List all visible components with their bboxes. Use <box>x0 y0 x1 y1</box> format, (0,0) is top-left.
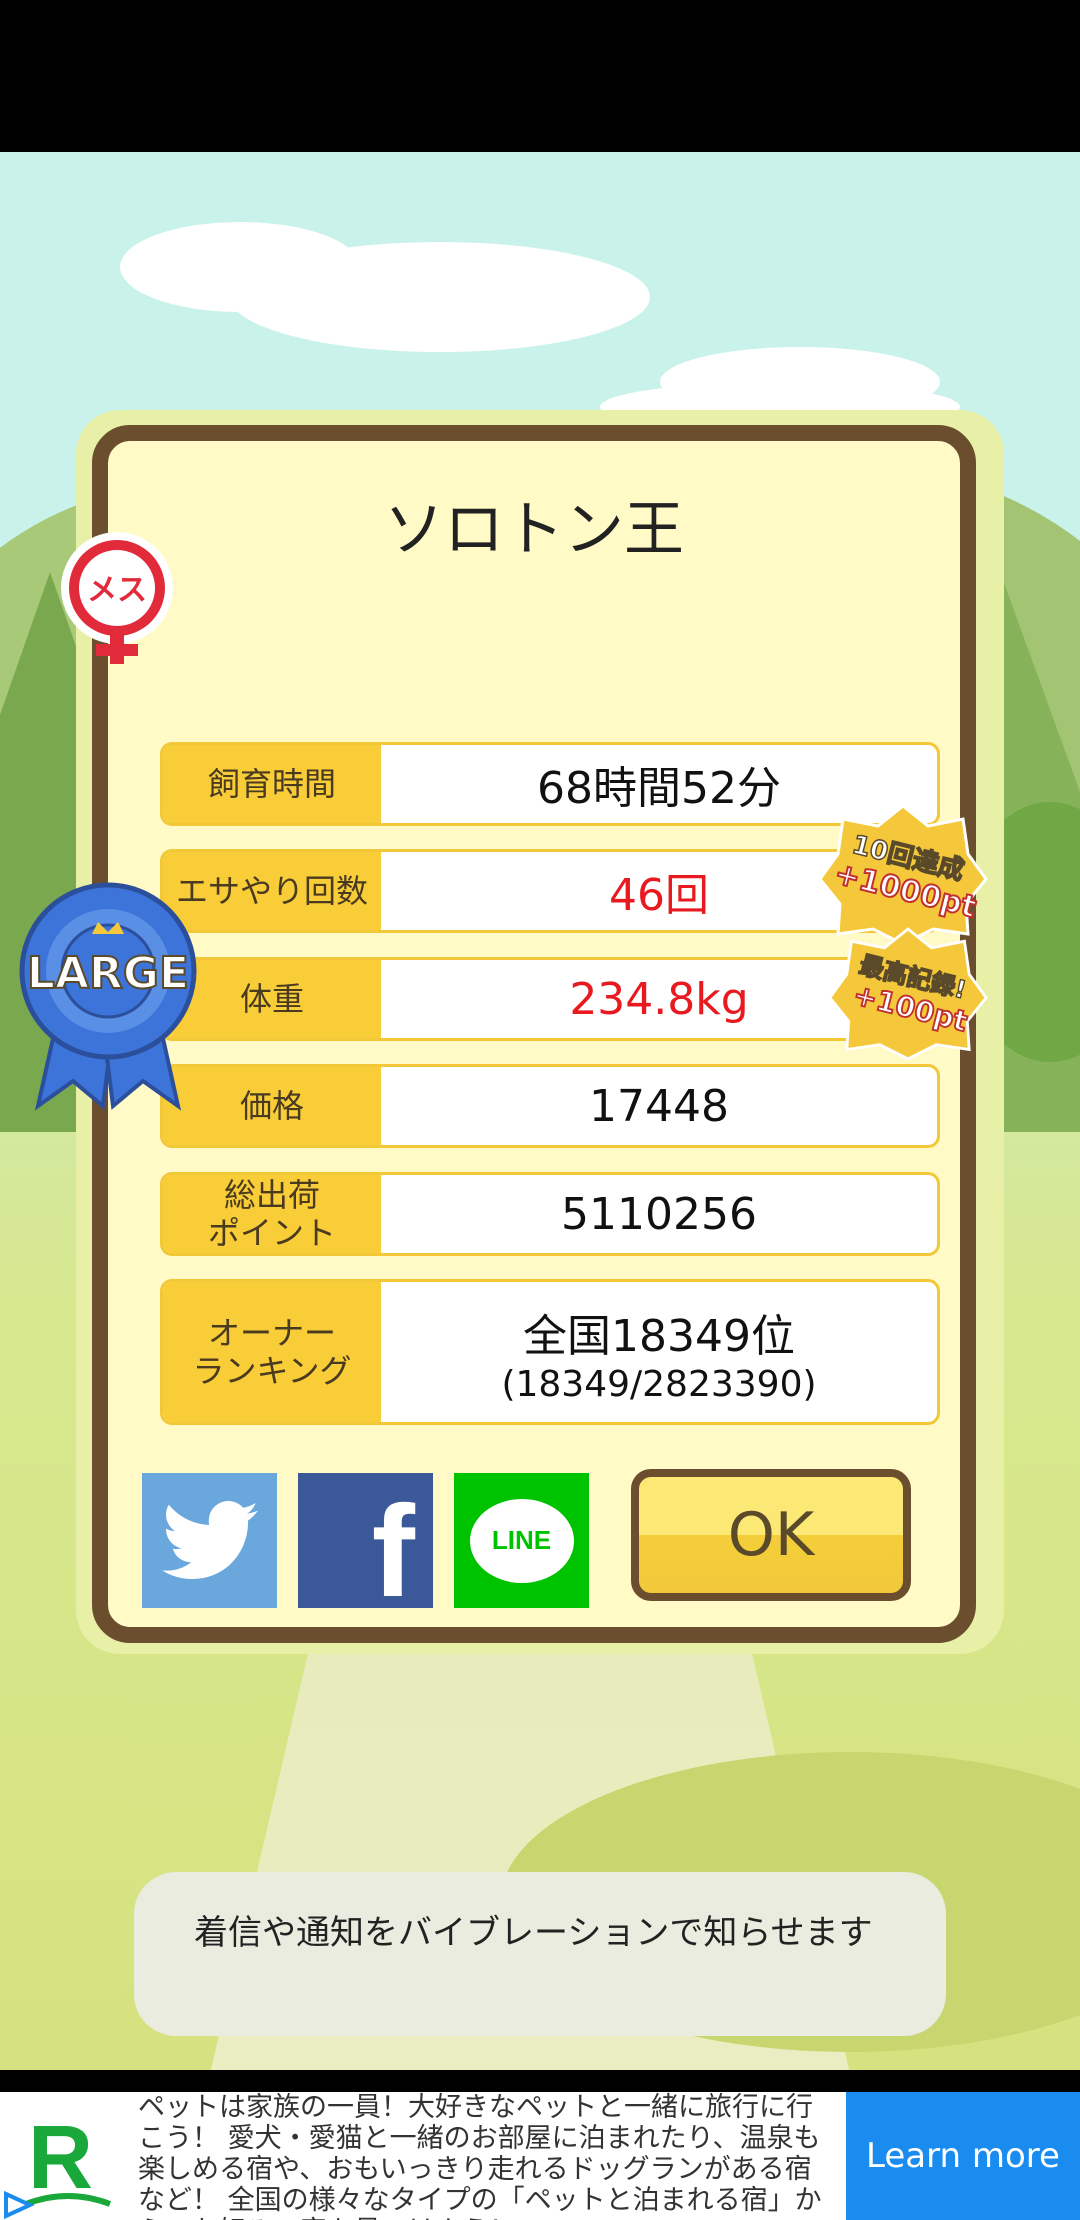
stat-value: 全国18349位 (18349/2823390) <box>381 1282 937 1422</box>
ribbon-label: LARGE <box>27 948 189 999</box>
female-gender-icon: メス <box>61 532 173 664</box>
gender-label: メス <box>87 573 147 608</box>
stat-row-shipping-points: 総出荷 ポイント 5110256 <box>160 1172 940 1256</box>
cloud <box>230 242 650 352</box>
stat-label: 飼育時間 <box>163 745 381 823</box>
ranking-ratio: (18349/2823390) <box>501 1363 817 1405</box>
ad-logo-letter: R <box>28 2108 93 2208</box>
line-share-button[interactable]: LINE <box>454 1473 589 1608</box>
learn-more-button[interactable]: Learn more <box>846 2092 1080 2220</box>
line-icon: LINE <box>469 1498 574 1583</box>
stat-row-price: 価格 17448 <box>160 1064 940 1148</box>
stat-label: 総出荷 ポイント <box>163 1175 381 1253</box>
stat-value: 5110256 <box>561 1188 757 1240</box>
pig-name-title: ソロトン王 <box>384 495 684 565</box>
twitter-icon <box>161 1500 258 1579</box>
ok-button[interactable]: OK <box>631 1469 911 1601</box>
ranking-position: 全国18349位 <box>523 1310 795 1362</box>
stat-label: オーナー ランキング <box>163 1282 381 1422</box>
facebook-share-button[interactable]: f <box>298 1473 433 1616</box>
large-ribbon-icon: LARGE <box>19 882 197 1111</box>
bonus-badge: 最高記録! +100pt <box>828 927 988 1061</box>
twitter-share-button[interactable] <box>142 1473 277 1608</box>
line-icon-label: LINE <box>491 1525 552 1555</box>
bonus-badge: 10回達成 +1000pt <box>818 804 988 944</box>
stat-value: 17448 <box>589 1080 729 1132</box>
adchoices-icon[interactable] <box>0 2190 34 2220</box>
facebook-icon: f <box>371 1478 415 1624</box>
stat-row-ranking: オーナー ランキング 全国18349位 (18349/2823390) <box>160 1279 940 1425</box>
toast-message: 着信や通知をバイブレーションで知らせます <box>134 1872 946 2036</box>
ad-text: ペットは家族の一員！大好きなペットと一緒に旅行に行こう！ 愛犬・愛猫と一緒のお部… <box>138 2092 822 2220</box>
ad-banner[interactable]: R ペットは家族の一員！大好きなペットと一緒に旅行に行こう！ 愛犬・愛猫と一緒の… <box>0 2092 1080 2220</box>
stat-row-weight: 体重 234.8kg <box>160 957 940 1041</box>
